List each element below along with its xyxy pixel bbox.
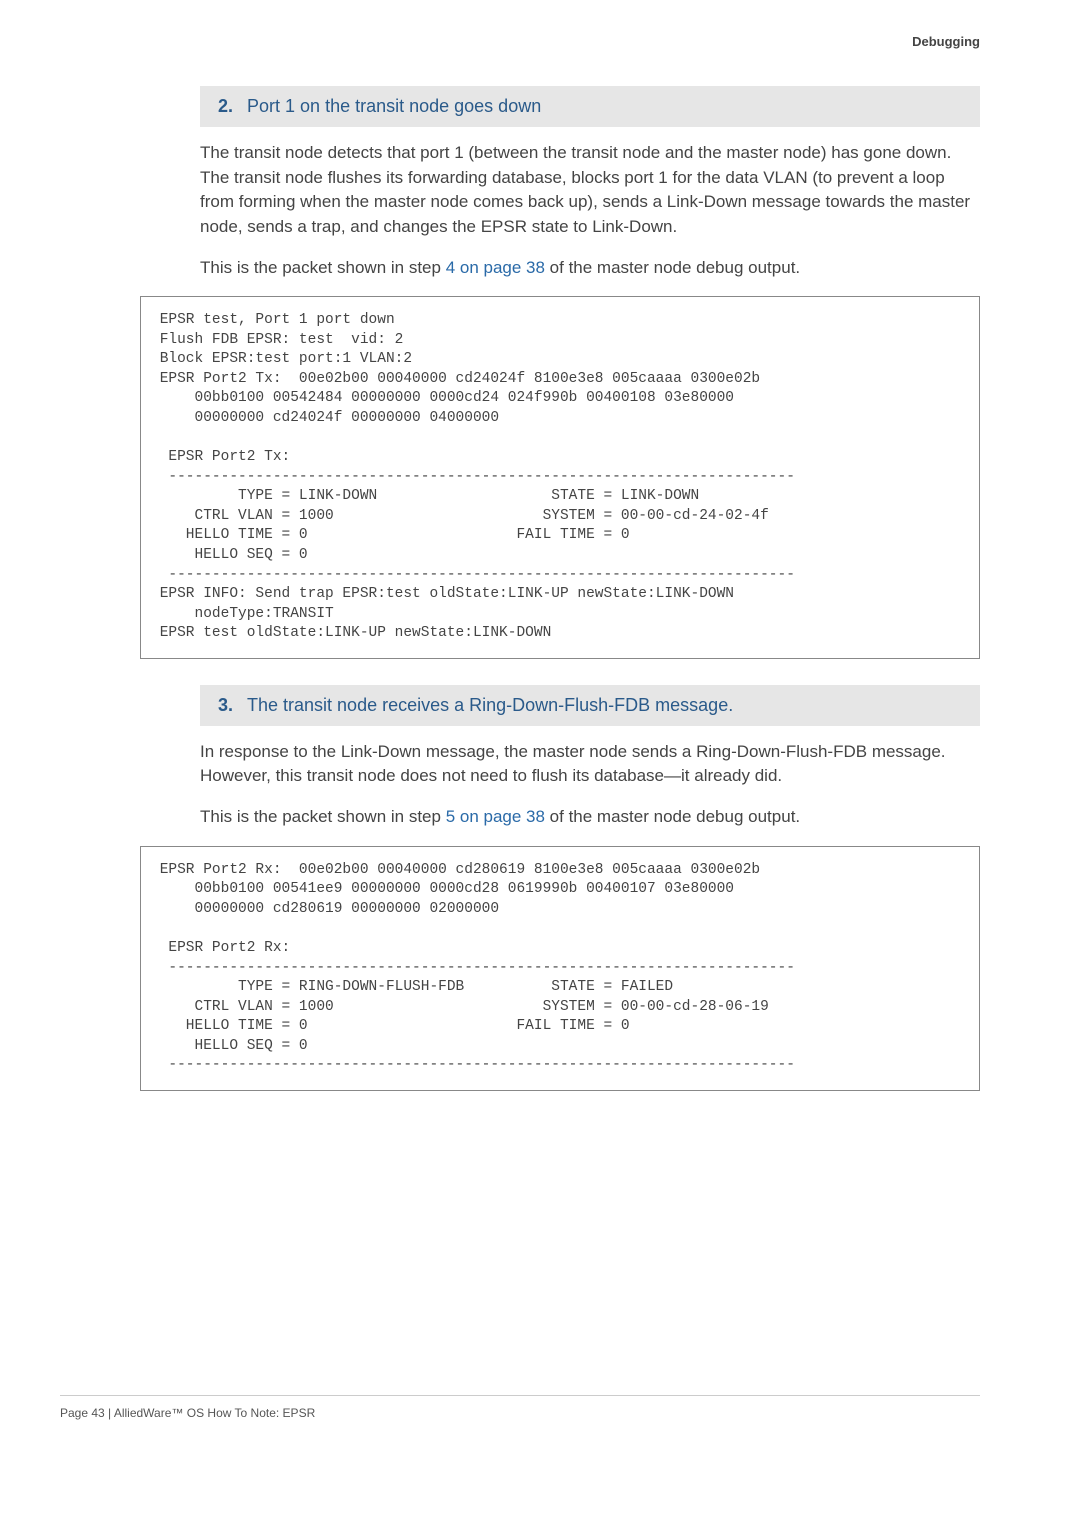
step-2-number: 2. (218, 96, 233, 116)
step-3-para2-text-a: This is the packet shown in step (200, 807, 446, 826)
header-section: Debugging (912, 34, 980, 49)
page-container: Debugging 2. Port 1 on the transit node g… (0, 0, 1080, 1450)
step-3-heading: 3. The transit node receives a Ring-Down-… (200, 685, 980, 726)
step-2-para2-text-a: This is the packet shown in step (200, 258, 446, 277)
step-3-paragraph-2: This is the packet shown in step 5 on pa… (200, 805, 980, 830)
step-2-heading: 2. Port 1 on the transit node goes down (200, 86, 980, 127)
page-footer: Page 43 | AlliedWare™ OS How To Note: EP… (60, 1395, 980, 1420)
step-3-para2-text-b: of the master node debug output. (545, 807, 800, 826)
step-2-para2-text-b: of the master node debug output. (545, 258, 800, 277)
step-2-title: Port 1 on the transit node goes down (247, 96, 541, 116)
step-3-code-block: EPSR Port2 Rx: 00e02b00 00040000 cd28061… (140, 846, 980, 1091)
footer-text: Page 43 | AlliedWare™ OS How To Note: EP… (60, 1406, 315, 1420)
step-3-paragraph-1: In response to the Link-Down message, th… (200, 740, 980, 789)
step-2-link[interactable]: 4 on page 38 (446, 258, 545, 277)
step-2-paragraph-2: This is the packet shown in step 4 on pa… (200, 256, 980, 281)
step-2-code-block: EPSR test, Port 1 port down Flush FDB EP… (140, 296, 980, 659)
step-3-title: The transit node receives a Ring-Down-Fl… (247, 695, 733, 715)
step-2-paragraph-1: The transit node detects that port 1 (be… (200, 141, 980, 240)
step-3-link[interactable]: 5 on page 38 (446, 807, 545, 826)
step-3-number: 3. (218, 695, 233, 715)
